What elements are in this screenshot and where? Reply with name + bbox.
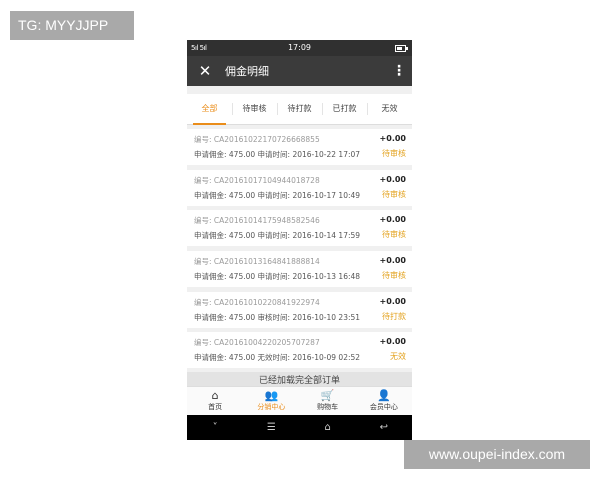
- page-title: 佣金明细: [225, 65, 269, 78]
- nav-label: 分销中心: [257, 403, 286, 411]
- group-icon: 👥: [264, 389, 279, 402]
- tab-bar: 全部 待审核 待打款 已打款 无效: [187, 94, 412, 125]
- list-item[interactable]: 编号: CA20161004220205707287 申请佣金: 475.00 无…: [187, 332, 412, 369]
- record-amount: +0.00: [379, 134, 406, 143]
- record-detail: 申请佣金: 475.00 申请时间: 2016-10-14 17:59: [194, 231, 361, 241]
- nav-label: 购物车: [317, 403, 339, 411]
- tab-4[interactable]: 无效: [367, 94, 412, 124]
- tab-0[interactable]: 全部: [187, 94, 232, 125]
- watermark-top: TG: MYYJJPP: [10, 11, 134, 40]
- record-amount: +0.00: [379, 174, 406, 184]
- record-detail: 申请佣金: 475.00 申请时间: 2016-10-22 17:07: [194, 150, 361, 159]
- nav-label: 首页: [208, 403, 223, 411]
- record-number: 编号: CA20161013164841888814: [194, 257, 320, 267]
- record-status: 无效: [390, 352, 406, 362]
- more-vertical-icon[interactable]: ⋮: [392, 61, 406, 81]
- record-detail: 申请佣金: 475.00 申请时间: 2016-10-13 16:48: [194, 272, 361, 282]
- tab-2[interactable]: 待打款: [277, 94, 322, 124]
- record-detail: 申请佣金: 475.00 申请时间: 2016-10-17 10:49: [194, 190, 361, 200]
- battery-icon: [395, 45, 408, 52]
- home-icon: ⌂: [211, 389, 219, 402]
- list-item[interactable]: 编号: CA20161013164841888814 申请佣金: 475.00 申…: [187, 251, 412, 288]
- menu-icon[interactable]: ☰: [243, 415, 299, 440]
- record-status: 待审核: [382, 271, 406, 281]
- tab-1[interactable]: 待审核: [232, 94, 277, 124]
- cart-icon: 🛒: [320, 389, 335, 402]
- record-number: 编号: CA20161004220205707287: [194, 338, 320, 348]
- system-nav-bar: ˅ ☰ ⌂ ↩: [187, 415, 412, 440]
- nav-item-0[interactable]: ⌂ 首页: [187, 387, 243, 416]
- record-status: 待审核: [382, 149, 406, 158]
- chevron-down-icon[interactable]: ˅: [187, 415, 243, 440]
- list-item[interactable]: 编号: CA20161010220841922974 申请佣金: 475.00 审…: [187, 291, 412, 328]
- record-number: 编号: CA20161010220841922974: [194, 297, 320, 307]
- list-item[interactable]: 编号: CA201610221707266688​55 申请佣金: 475.00 …: [187, 129, 412, 165]
- record-number: 编号: CA201610221707266688​55: [194, 135, 320, 144]
- commission-list: 编号: CA201610221707266688​55 申请佣金: 475.00 …: [187, 129, 412, 369]
- record-amount: +0.00: [379, 337, 406, 347]
- record-number: 编号: CA20161017104944018728: [194, 175, 320, 185]
- record-detail: 申请佣金: 475.00 审核时间: 2016-10-10 23:51: [194, 312, 361, 322]
- record-status: 待审核: [382, 230, 406, 240]
- nav-item-2[interactable]: 🛒 购物车: [300, 387, 356, 416]
- status-bar: 5ıl 5ıl 17:09: [187, 40, 412, 56]
- clock: 17:09: [287, 43, 312, 52]
- record-status: 待审核: [382, 189, 406, 199]
- list-item[interactable]: 编号: CA20161017104944018728 申请佣金: 475.00 申…: [187, 169, 412, 206]
- record-amount: +0.00: [379, 296, 406, 306]
- nav-item-1[interactable]: 👥 分销中心: [243, 387, 299, 416]
- record-status: 待打款: [382, 311, 406, 321]
- home-outline-icon[interactable]: ⌂: [300, 415, 356, 440]
- record-amount: +0.00: [379, 256, 406, 266]
- back-icon[interactable]: ↩: [356, 415, 412, 440]
- tab-3[interactable]: 已打款: [322, 94, 367, 124]
- phone-screen: 5ıl 5ıl 17:09 ✕ 佣金明细 ⋮ 全部 待审核 待打款 已打款 无效 编号:…: [187, 40, 412, 440]
- nav-item-3[interactable]: 👤 会员中心: [356, 387, 412, 416]
- watermark-bottom: www.oupei-index.com: [404, 440, 590, 469]
- close-icon[interactable]: ✕: [195, 61, 215, 81]
- bottom-nav: ⌂ 首页 👥 分销中心 🛒 购物车 👤 会员中心: [187, 386, 412, 416]
- record-detail: 申请佣金: 475.00 无效时间: 2016-10-09 02:52: [194, 353, 361, 363]
- list-item[interactable]: 编号: CA20161014175948582546 申请佣金: 475.00 申…: [187, 210, 412, 247]
- nav-label: 会员中心: [369, 403, 398, 411]
- record-number: 编号: CA20161014175948582546: [194, 216, 320, 226]
- user-icon: 👤: [377, 389, 391, 402]
- title-bar: ✕ 佣金明细 ⋮: [187, 56, 412, 86]
- record-amount: +0.00: [379, 215, 406, 225]
